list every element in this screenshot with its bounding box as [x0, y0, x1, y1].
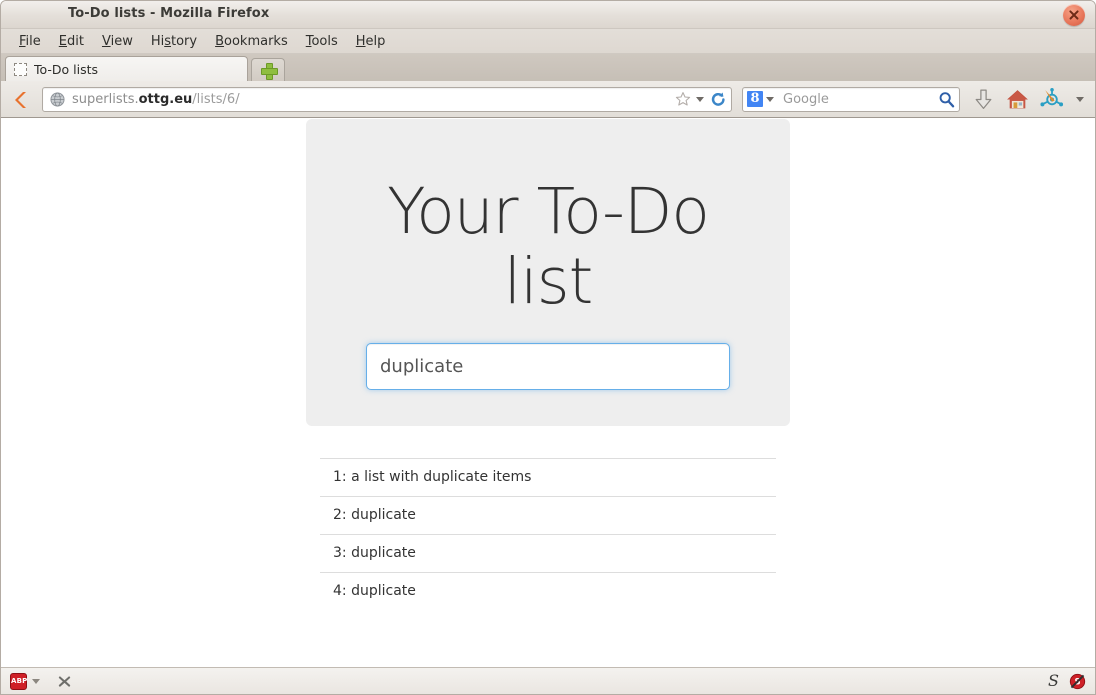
menu-view-key: V: [102, 34, 111, 49]
menu-tools[interactable]: Tools: [297, 32, 347, 51]
list-item-text: 1: a list with duplicate items: [320, 459, 776, 497]
back-chevron-icon: [13, 90, 31, 110]
table-row: 1: a list with duplicate items: [320, 459, 776, 497]
noscript-icon[interactable]: S: [1069, 673, 1086, 690]
page-content: Your To-Do list 1: a list with duplicate…: [1, 118, 1095, 667]
google-g-icon: 8: [747, 91, 763, 107]
blank-favicon-icon: [14, 63, 27, 76]
adblock-plus-icon[interactable]: ABP: [10, 673, 27, 690]
menu-history[interactable]: History: [142, 32, 206, 51]
menu-bookmarks-key: B: [215, 34, 224, 49]
home-icon[interactable]: [1005, 87, 1030, 112]
x-icon[interactable]: [57, 674, 72, 689]
menu-edit-post: dit: [67, 34, 84, 49]
new-tab-button[interactable]: [251, 58, 285, 81]
url-host-prefix: superlists.: [72, 92, 139, 107]
list-item-text: 3: duplicate: [320, 535, 776, 573]
search-bar[interactable]: 8 Google: [742, 87, 960, 112]
new-item-input[interactable]: [366, 343, 730, 390]
menu-file[interactable]: File: [10, 32, 50, 51]
tabbar: To-Do lists: [1, 54, 1095, 81]
tab-label: To-Do lists: [34, 62, 98, 77]
search-engine-chevron-down-icon[interactable]: [766, 97, 774, 102]
magnifier-icon[interactable]: [938, 91, 955, 108]
search-input[interactable]: Google: [783, 92, 938, 107]
url-bar-tools: [675, 91, 727, 108]
downloads-icon[interactable]: [971, 87, 996, 112]
url-path: /lists/6/: [192, 92, 239, 107]
firefox-window: To-Do lists - Mozilla Firefox File Edit …: [0, 0, 1096, 695]
menubar: File Edit View History Bookmarks Tools H…: [1, 29, 1095, 54]
chevron-down-icon[interactable]: [696, 97, 704, 102]
list-item-text: 4: duplicate: [320, 573, 776, 611]
adblock-chevron-down-icon[interactable]: [32, 679, 40, 684]
url-bar[interactable]: superlists.ottg.eu/lists/6/: [42, 87, 732, 112]
menu-history-key: s: [164, 34, 171, 49]
window-title: To-Do lists - Mozilla Firefox: [68, 6, 269, 21]
menu-view-post: iew: [111, 34, 133, 49]
todo-items-table: 1: a list with duplicate items 2: duplic…: [320, 458, 776, 610]
menu-history-pre: Hi: [151, 34, 164, 49]
addon-bar-right: S S: [1048, 673, 1086, 690]
reload-icon[interactable]: [710, 91, 727, 108]
menu-view[interactable]: View: [93, 32, 142, 51]
table-row: 3: duplicate: [320, 535, 776, 573]
menu-edit[interactable]: Edit: [50, 32, 93, 51]
menu-bookmarks[interactable]: Bookmarks: [206, 32, 297, 51]
menu-help[interactable]: Help: [347, 32, 395, 51]
url-text: superlists.ottg.eu/lists/6/: [72, 92, 675, 107]
menu-file-post: ile: [26, 34, 41, 49]
table-row: 4: duplicate: [320, 573, 776, 611]
window-titlebar: To-Do lists - Mozilla Firefox: [1, 1, 1095, 29]
table-row: 2: duplicate: [320, 497, 776, 535]
s-glyph-icon[interactable]: S: [1048, 673, 1059, 689]
list-item-text: 2: duplicate: [320, 497, 776, 535]
plus-icon: [261, 63, 276, 78]
toolbar-chevron-down-icon[interactable]: [1076, 97, 1084, 102]
tab-todo-lists[interactable]: To-Do lists: [5, 56, 248, 81]
menu-edit-key: E: [59, 34, 67, 49]
navigation-toolbar: superlists.ottg.eu/lists/6/ 8 Google: [1, 81, 1095, 118]
jumbotron-panel: Your To-Do list: [306, 119, 790, 426]
star-icon[interactable]: [675, 91, 691, 107]
menu-history-post: tory: [171, 34, 197, 49]
menu-tools-post: ools: [311, 34, 337, 49]
menu-bookmarks-post: ookmarks: [224, 34, 288, 49]
url-domain: ottg.eu: [139, 92, 193, 107]
globe-icon: [50, 92, 65, 107]
window-close-button[interactable]: [1063, 4, 1085, 26]
menu-help-key: H: [356, 34, 366, 49]
selenium-ide-icon[interactable]: [1039, 87, 1064, 112]
page-container: Your To-Do list 1: a list with duplicate…: [306, 118, 790, 610]
page-title: Your To-Do list: [346, 177, 750, 317]
addon-bar: ABP S S: [1, 667, 1095, 694]
menu-help-post: elp: [366, 34, 386, 49]
back-button[interactable]: [9, 85, 35, 113]
toolbar-icons: [971, 87, 1087, 112]
